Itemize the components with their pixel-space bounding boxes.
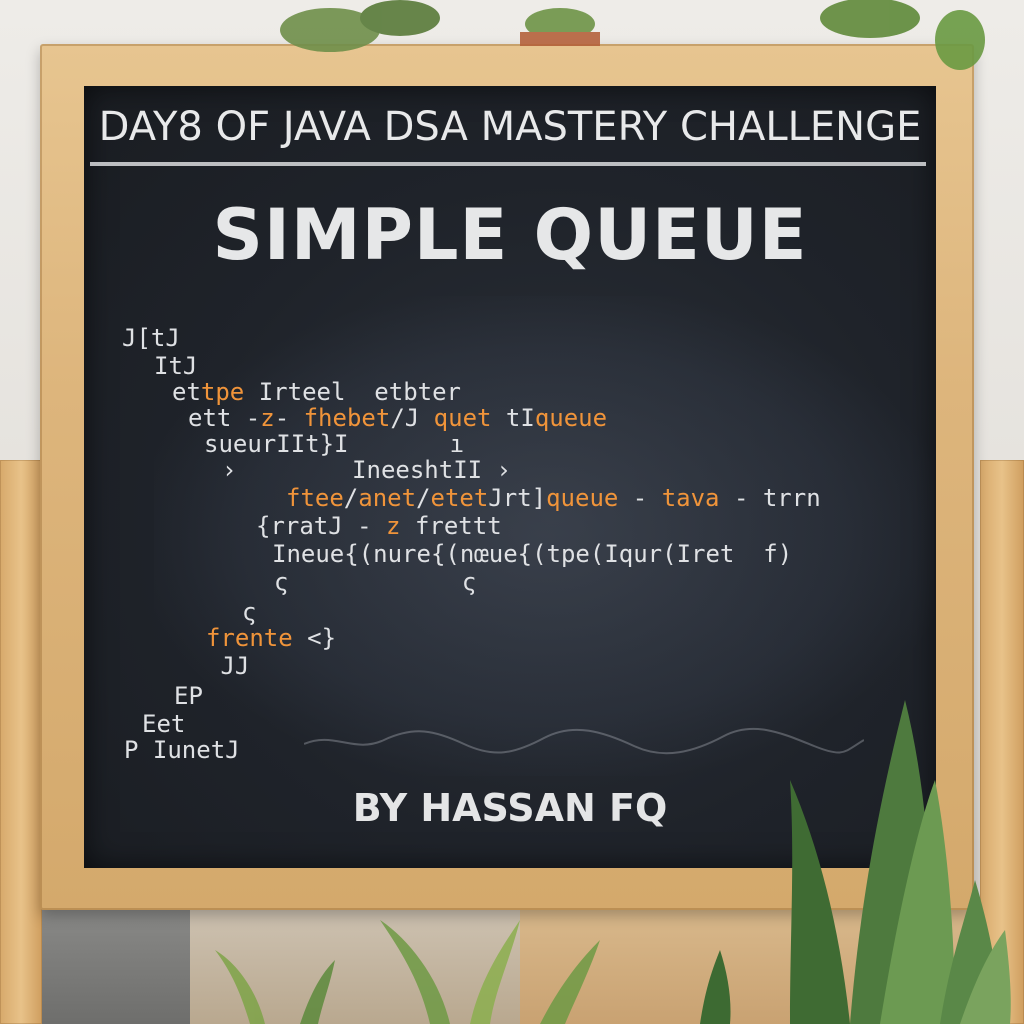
faint-scribble <box>304 727 864 755</box>
code-keyword: ftee <box>286 484 344 512</box>
code-line: ς <box>242 600 256 624</box>
code-keyword: quet <box>433 404 492 432</box>
code-line: Eet <box>142 712 185 736</box>
board-title: SIMPLE QUEUE <box>212 194 808 276</box>
code-text: <} <box>292 624 337 652</box>
wooden-cabinet <box>520 905 980 1024</box>
board-header: DAY8 OF JAVA DSA MASTERY CHALLENGE <box>98 104 922 150</box>
code-text: - <box>618 484 662 512</box>
code-line: › IneeshtII › <box>222 458 511 482</box>
code-keyword: frente <box>206 624 293 652</box>
code-keyword: z <box>260 404 275 432</box>
code-text: / <box>416 484 431 512</box>
code-keyword: z <box>386 512 401 540</box>
code-keyword: queue <box>546 484 619 512</box>
code-line: ettpe Irteel etbter <box>172 380 461 404</box>
code-text: ett - <box>188 404 261 432</box>
code-keyword: anet <box>358 484 417 512</box>
easel-post-right <box>980 460 1024 1024</box>
code-text: tI <box>491 404 535 432</box>
code-text: P IunetJ <box>124 736 240 764</box>
code-text: {rratJ - <box>256 512 387 540</box>
code-keyword: tpe <box>200 378 245 406</box>
code-text: Ineue{(nure{(nœue{(tpe(Iqur(Iret f) <box>272 540 793 568</box>
code-text: Jrt] <box>488 484 547 512</box>
code-line: EP <box>174 684 203 708</box>
header-underline <box>90 162 926 166</box>
chalkboard: DAY8 OF JAVA DSA MASTERY CHALLENGE SIMPL… <box>84 86 936 868</box>
code-text: Irteel etbter <box>244 378 462 406</box>
code-text: ς <box>242 598 257 626</box>
code-keyword: tava <box>661 484 720 512</box>
code-line: P IunetJ <box>124 738 240 762</box>
code-line: J[tJ <box>122 326 180 350</box>
code-text: ItJ <box>154 352 198 380</box>
code-keyword: etet <box>430 484 489 512</box>
code-text: › IneeshtII › <box>222 456 511 484</box>
photo-scene: DAY8 OF JAVA DSA MASTERY CHALLENGE SIMPL… <box>0 0 1024 1024</box>
easel-post-left <box>0 460 42 1024</box>
code-line: ItJ <box>154 354 197 378</box>
code-text: - <box>274 404 304 432</box>
code-line: {rratJ - z frettt <box>256 514 502 538</box>
code-keyword: fhebet <box>303 404 391 432</box>
code-line: Ineue{(nure{(nœue{(tpe(Iqur(Iret f) <box>272 542 792 566</box>
code-text: JJ <box>206 652 250 680</box>
code-line: frente <} <box>206 626 336 650</box>
code-text: Eet <box>142 710 186 738</box>
code-line: ftee/anet/etetJrt]queue - tava - trrn <box>286 486 821 510</box>
board-author: BY HASSAN FQ <box>352 786 668 830</box>
code-text: sueurIIt}I ı <box>204 430 465 458</box>
code-text: ς ς <box>274 568 477 596</box>
grey-cabinet <box>40 905 190 1024</box>
code-text: / <box>343 484 359 512</box>
code-line: ς ς <box>274 570 476 594</box>
code-line: JJ <box>206 654 249 678</box>
code-line: ett -z- fhebet/J quet tIqueue <box>188 406 607 430</box>
code-text: EP <box>174 682 203 710</box>
code-text: J[tJ <box>122 324 180 352</box>
code-text: et <box>172 378 201 406</box>
code-line: sueurIIt}I ı <box>204 432 464 456</box>
code-text: /J <box>390 404 434 432</box>
code-text: frettt <box>400 512 502 540</box>
code-text: - trrn <box>719 484 821 512</box>
code-keyword: queue <box>534 404 608 432</box>
